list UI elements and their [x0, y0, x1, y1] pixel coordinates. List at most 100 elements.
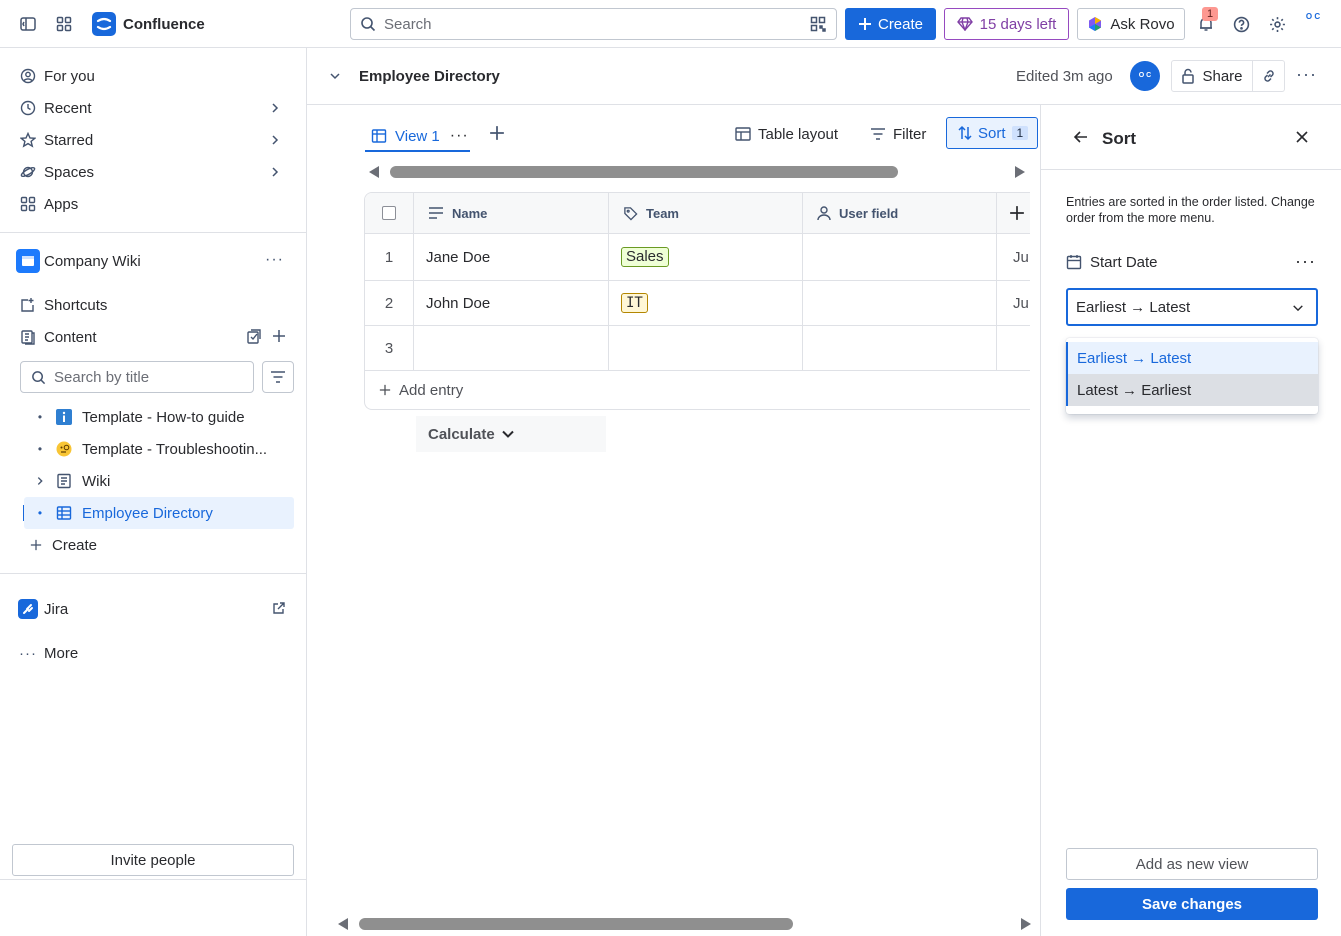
- cell-start-date-partial[interactable]: Ju: [997, 281, 1030, 326]
- create-button[interactable]: Create: [845, 8, 936, 40]
- page-horizontal-scrollbar-thumb[interactable]: [359, 918, 793, 930]
- share-button[interactable]: Share: [1171, 60, 1253, 92]
- chevron-right-icon[interactable]: [24, 475, 56, 487]
- search-by-title-input[interactable]: Search by title: [20, 361, 254, 393]
- confluence-home-link[interactable]: Confluence: [92, 12, 205, 36]
- table-layout-label: Table layout: [758, 125, 839, 143]
- plus-icon: [858, 18, 871, 30]
- trial-days-button[interactable]: 15 days left: [944, 8, 1069, 40]
- sidebar-item-content[interactable]: Content: [12, 321, 294, 353]
- chevron-down-icon: [1292, 302, 1304, 314]
- horizontal-scrollbar-thumb[interactable]: [390, 166, 898, 178]
- select-all-checkbox[interactable]: [382, 206, 396, 220]
- tree-item-wiki[interactable]: Wiki: [24, 465, 294, 497]
- tree-item-troubleshooting[interactable]: • Template - Troubleshootin...: [24, 433, 294, 465]
- tab-view-1[interactable]: View 1 ···: [365, 120, 470, 152]
- chevron-right-icon[interactable]: [268, 165, 282, 179]
- space-header-company-wiki[interactable]: Company Wiki ···: [12, 245, 294, 277]
- user-avatar-initials: O C: [1305, 12, 1321, 21]
- sort-field-more-icon[interactable]: ···: [1295, 251, 1316, 272]
- user-avatar[interactable]: O C: [1300, 13, 1326, 35]
- cell-team[interactable]: IT: [609, 281, 803, 326]
- sort-order-dropdown-menu: Earliest → Latest Latest → Earliest: [1066, 338, 1318, 414]
- more-horizontal-icon[interactable]: ···: [265, 251, 284, 269]
- apps-grid-icon: [20, 196, 36, 212]
- external-link-icon[interactable]: [272, 601, 286, 615]
- add-entry-button[interactable]: Add entry: [365, 371, 1030, 409]
- invite-people-button[interactable]: Invite people: [12, 844, 294, 876]
- sidebar-item-shortcuts[interactable]: Shortcuts: [12, 289, 294, 321]
- column-header-user-field[interactable]: User field: [803, 193, 997, 234]
- content-filter-button[interactable]: [262, 361, 294, 393]
- close-icon[interactable]: [1294, 129, 1310, 145]
- cell-team[interactable]: [609, 326, 803, 371]
- add-content-plus-icon[interactable]: [272, 329, 286, 343]
- add-as-new-view-button[interactable]: Add as new view: [1066, 848, 1318, 880]
- tree-create-button[interactable]: Create: [28, 529, 298, 561]
- link-icon: [1263, 70, 1274, 82]
- scroll-right-arrow-icon[interactable]: [1021, 918, 1031, 930]
- table-layout-button[interactable]: Table layout: [735, 119, 838, 149]
- tree-item-label: Template - How-to guide: [82, 408, 245, 426]
- column-header-team[interactable]: Team: [609, 193, 803, 234]
- collapse-chevron-icon[interactable]: [328, 69, 342, 83]
- tree-item-employee-directory[interactable]: • Employee Directory: [24, 497, 294, 529]
- filter-button[interactable]: Filter: [870, 119, 926, 149]
- sidebar-item-apps[interactable]: Apps: [12, 188, 294, 220]
- scroll-left-arrow-icon[interactable]: [369, 166, 379, 178]
- cell-team[interactable]: Sales: [609, 234, 803, 281]
- ask-rovo-button[interactable]: Ask Rovo: [1077, 8, 1185, 40]
- confluence-logo-icon: [92, 12, 116, 36]
- sidebar-item-label: Shortcuts: [44, 296, 108, 314]
- cell-start-date-partial[interactable]: Ju: [997, 234, 1030, 281]
- add-view-plus-icon[interactable]: [489, 125, 505, 141]
- calculate-button[interactable]: Calculate: [416, 416, 606, 452]
- back-arrow-icon[interactable]: [1073, 129, 1089, 145]
- search-input[interactable]: Search: [350, 8, 837, 40]
- cell-name[interactable]: [414, 326, 609, 371]
- row-number: 2: [365, 281, 414, 326]
- sidebar-item-starred[interactable]: Starred: [12, 124, 294, 156]
- sidebar-item-for-you[interactable]: For you: [12, 60, 294, 92]
- cell-user-field[interactable]: [803, 234, 997, 281]
- text-lines-icon: [428, 207, 444, 219]
- chevron-right-icon[interactable]: [268, 133, 282, 147]
- sidebar-item-recent[interactable]: Recent: [12, 92, 294, 124]
- cell-start-date-partial[interactable]: [997, 326, 1030, 371]
- qr-scan-icon[interactable]: [810, 16, 826, 32]
- filter-label: Filter: [893, 125, 927, 143]
- sort-order-selected-value: Earliest → Latest: [1076, 298, 1191, 316]
- checklist-icon[interactable]: [246, 329, 262, 345]
- column-header-name[interactable]: Name: [414, 193, 609, 234]
- sort-button[interactable]: Sort 1: [946, 117, 1038, 149]
- sidebar-item-spaces[interactable]: Spaces: [12, 156, 294, 188]
- cell-name[interactable]: Jane Doe: [414, 234, 609, 281]
- view-more-icon[interactable]: ···: [450, 127, 469, 145]
- chevron-right-icon[interactable]: [268, 101, 282, 115]
- edited-timestamp[interactable]: Edited 3m ago: [1016, 68, 1113, 85]
- sort-order-select[interactable]: Earliest → Latest: [1066, 288, 1318, 326]
- cell-user-field[interactable]: [803, 326, 997, 371]
- settings-gear-icon[interactable]: [1263, 10, 1291, 38]
- app-switcher-icon[interactable]: [50, 10, 78, 38]
- cell-name[interactable]: John Doe: [414, 281, 609, 326]
- sort-option-latest-earliest[interactable]: Latest → Earliest: [1066, 374, 1318, 406]
- sidebar-item-jira[interactable]: Jira: [12, 593, 294, 625]
- more-actions-icon[interactable]: ···: [1296, 64, 1317, 85]
- scroll-left-arrow-icon[interactable]: [338, 918, 348, 930]
- scroll-right-arrow-icon[interactable]: [1015, 166, 1025, 178]
- team-tag-it: IT: [621, 293, 648, 313]
- cell-user-field[interactable]: [803, 281, 997, 326]
- jira-logo-icon: [18, 599, 38, 619]
- add-column-button[interactable]: [997, 193, 1030, 234]
- sort-option-earliest-latest[interactable]: Earliest → Latest: [1066, 342, 1318, 374]
- database-table-icon: [56, 505, 72, 521]
- sidebar-toggle-icon[interactable]: [14, 10, 42, 38]
- tree-item-how-to-guide[interactable]: • Template - How-to guide: [24, 401, 294, 433]
- collaborator-avatar[interactable]: O C: [1130, 61, 1160, 91]
- copy-link-button[interactable]: [1253, 60, 1285, 92]
- save-changes-button[interactable]: Save changes: [1066, 888, 1318, 920]
- help-icon[interactable]: [1227, 10, 1255, 38]
- sidebar-item-more[interactable]: ··· More: [12, 637, 294, 669]
- diamond-icon: [956, 17, 973, 31]
